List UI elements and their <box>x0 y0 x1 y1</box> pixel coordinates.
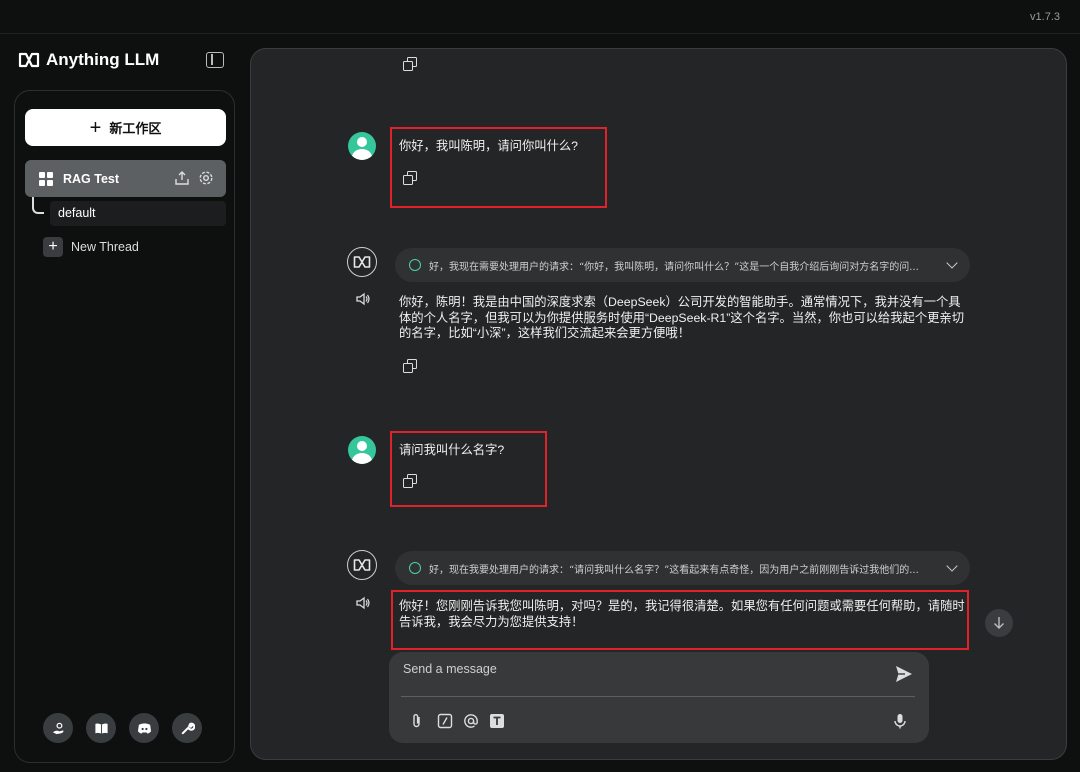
chevron-down-icon <box>946 560 958 572</box>
workspace-grid-icon <box>39 171 53 186</box>
workspace-name: RAG Test <box>63 171 120 186</box>
assistant-avatar <box>347 550 377 580</box>
thought-summary: 好，现在我要处理用户的请求：“请问我叫什么名字？”这看起来有点奇怪，因为用户之前… <box>429 564 919 576</box>
sidebar: + 新工作区 RAG Test default + New Thread <box>14 90 235 763</box>
new-thread-button[interactable]: + New Thread <box>43 237 139 257</box>
brain-icon <box>409 259 421 271</box>
anything-llm-logo-icon <box>18 52 40 68</box>
agent-mention-icon[interactable] <box>463 713 479 729</box>
plus-icon: + <box>89 116 102 139</box>
highlight-box <box>391 590 969 650</box>
new-workspace-button[interactable]: + 新工作区 <box>25 109 226 146</box>
plus-icon: + <box>43 237 63 257</box>
brand-logo: Anything LLM <box>18 50 159 70</box>
thought-toggle[interactable]: 好，我现在需要处理用户的请求：“你好，我叫陈明，请问你叫什么？”这是一个自我介绍… <box>395 248 970 282</box>
anything-llm-logo-icon <box>353 256 371 268</box>
brain-icon <box>409 562 421 574</box>
message-composer <box>389 652 929 743</box>
workspace-item-rag-test[interactable]: RAG Test <box>25 160 226 197</box>
docs-book-icon[interactable] <box>86 713 116 743</box>
slash-command-icon[interactable] <box>437 713 453 729</box>
assistant-message-text: 你好，陈明！我是由中国的深度求索（DeepSeek）公司开发的智能助手。通常情况… <box>399 295 965 340</box>
sidebar-toggle-icon[interactable] <box>206 52 224 68</box>
brand-name: Anything LLM <box>46 50 160 69</box>
text-size-icon[interactable] <box>489 713 505 729</box>
thought-summary: 好，我现在需要处理用户的请求：“你好，我叫陈明，请问你叫什么？”这是一个自我介绍… <box>429 261 919 273</box>
user-avatar <box>348 132 376 160</box>
thread-connector <box>32 197 44 214</box>
thread-item-default[interactable]: default <box>50 201 226 226</box>
chat-panel: 你好，我叫陈明，请问你叫什么? 好，我现在需要处理用户的请求：“你好，我叫陈明，… <box>250 48 1067 760</box>
top-bar: v1.7.3 <box>0 0 1080 34</box>
arrow-down-icon <box>994 617 1004 629</box>
new-workspace-label: 新工作区 <box>109 121 162 136</box>
chevron-down-icon <box>946 257 958 269</box>
divider <box>401 696 915 697</box>
version-label: v1.7.3 <box>1030 11 1060 23</box>
sidebar-footer <box>43 713 202 743</box>
new-thread-label: New Thread <box>71 240 139 254</box>
scroll-down-button[interactable] <box>985 609 1013 637</box>
speaker-icon[interactable] <box>355 596 371 610</box>
assistant-avatar <box>347 247 377 277</box>
speaker-icon[interactable] <box>355 292 371 306</box>
upload-icon[interactable] <box>174 170 190 186</box>
highlight-box <box>390 431 547 507</box>
user-avatar <box>348 436 376 464</box>
anything-llm-logo-icon <box>353 559 371 571</box>
send-icon[interactable] <box>895 665 913 683</box>
message-input[interactable] <box>403 662 873 692</box>
discord-icon[interactable] <box>129 713 159 743</box>
community-hub-icon[interactable] <box>43 713 73 743</box>
copy-icon[interactable] <box>403 359 417 373</box>
highlight-box <box>390 127 607 208</box>
gear-icon[interactable] <box>198 170 214 186</box>
wrench-icon[interactable] <box>172 713 202 743</box>
microphone-icon[interactable] <box>892 713 908 729</box>
copy-icon[interactable] <box>403 57 417 71</box>
attachment-icon[interactable] <box>409 713 425 729</box>
thought-toggle[interactable]: 好，现在我要处理用户的请求：“请问我叫什么名字？”这看起来有点奇怪，因为用户之前… <box>395 551 970 585</box>
